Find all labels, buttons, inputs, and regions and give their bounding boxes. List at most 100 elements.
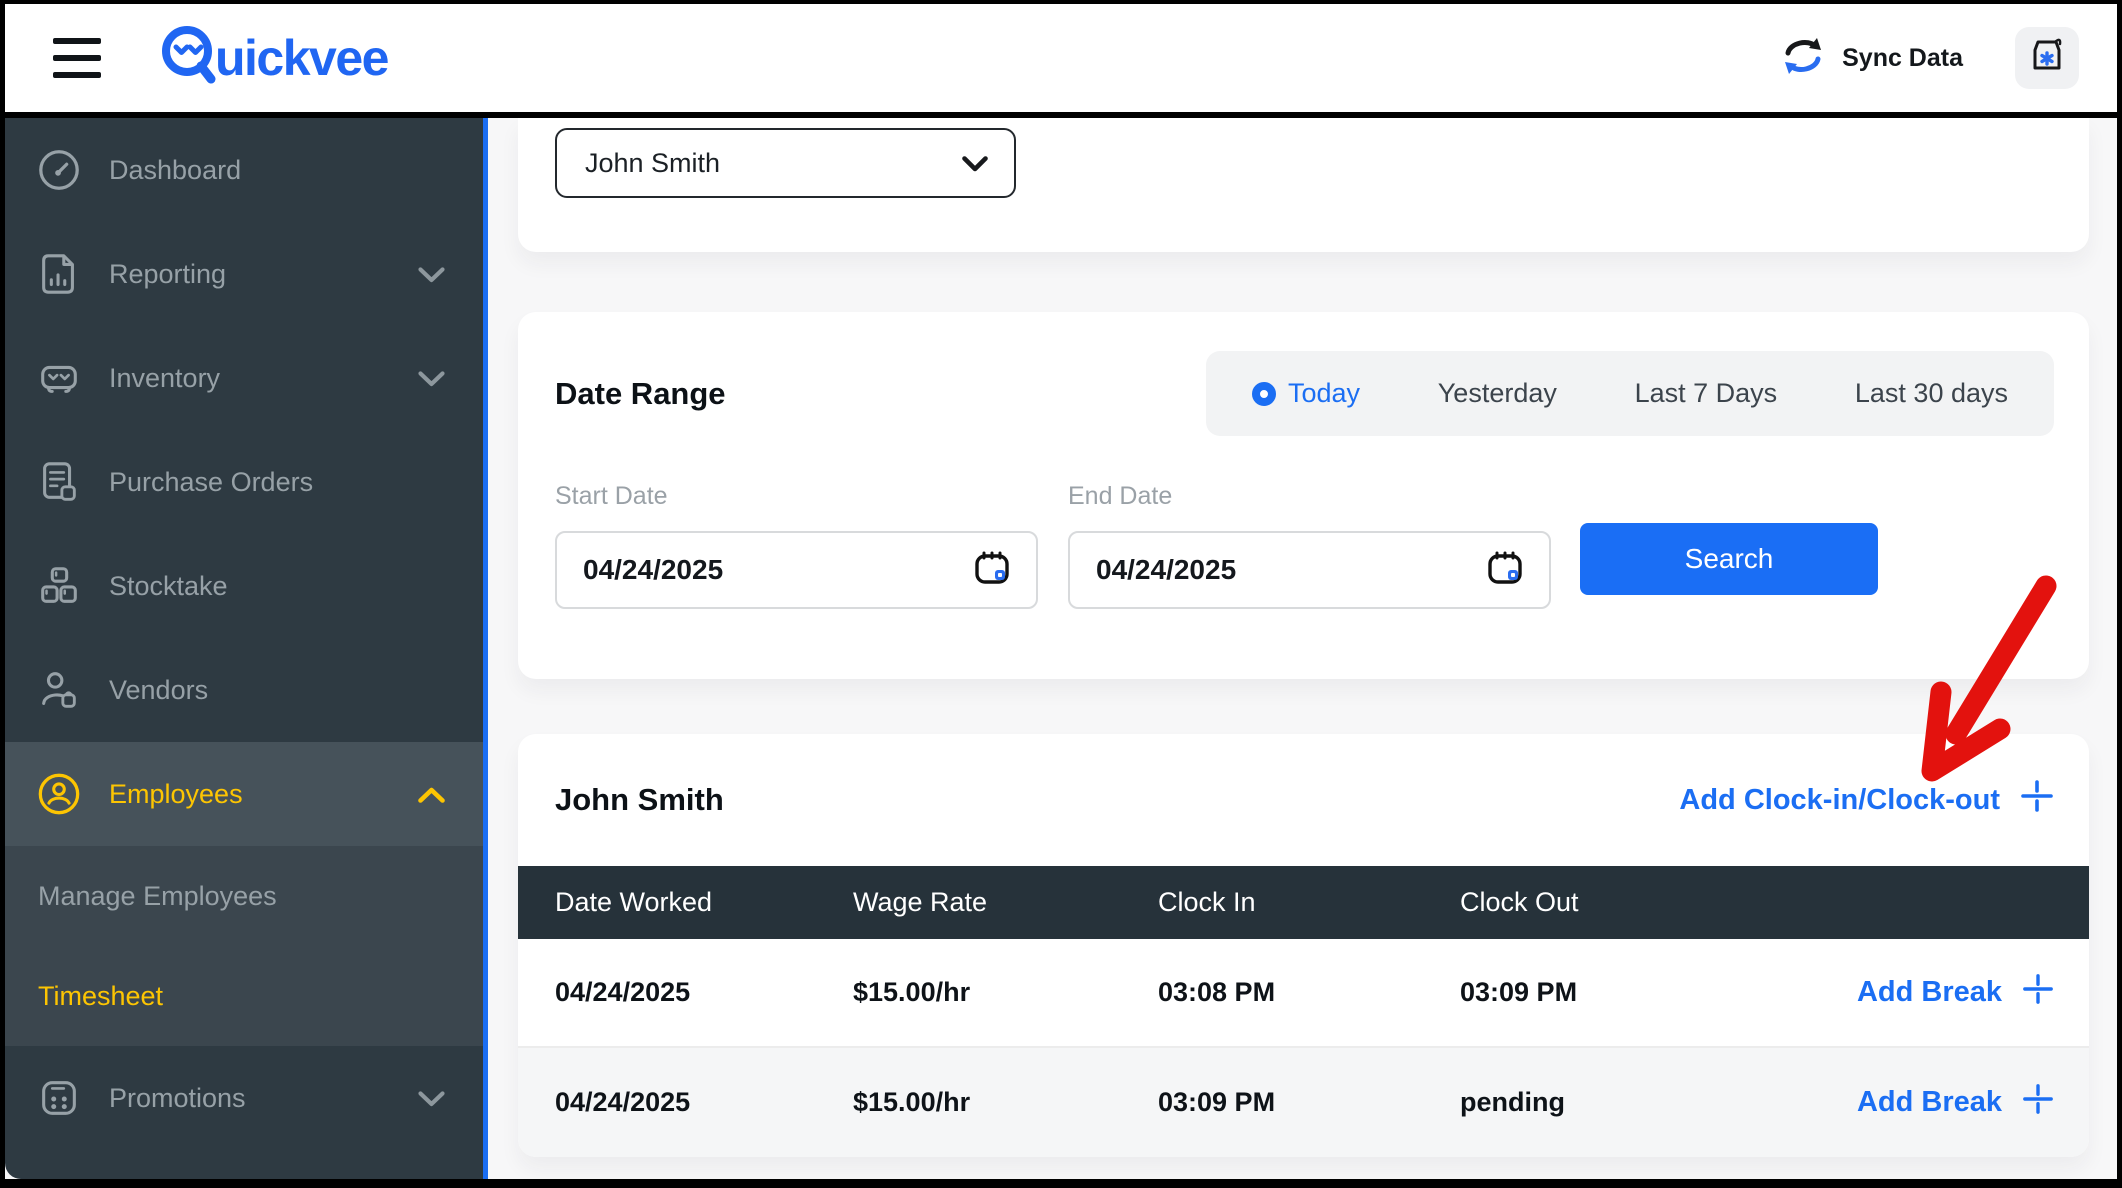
radio-selected-icon <box>1252 382 1276 406</box>
chevron-down-icon <box>962 148 988 179</box>
start-date-label: Start Date <box>555 482 1038 511</box>
table-row: 04/24/2025 $15.00/hr 03:08 PM 03:09 PM A… <box>518 939 2089 1046</box>
end-date-value: 04/24/2025 <box>1096 554 1236 586</box>
add-break-link[interactable]: Add Break <box>1857 973 2054 1013</box>
employees-person-icon <box>35 770 83 818</box>
quickvee-logo[interactable]: uickvee <box>159 23 388 94</box>
store-settings-button[interactable] <box>2015 27 2079 89</box>
add-break-link[interactable]: Add Break <box>1857 1083 2054 1123</box>
reporting-document-icon <box>35 250 83 298</box>
sub-item-label: Timesheet <box>38 981 163 1012</box>
sidebar-item-inventory[interactable]: Inventory <box>5 326 483 430</box>
add-clock-in-out-label: Add Clock-in/Clock-out <box>1679 784 2000 817</box>
sidebar-item-label: Reporting <box>109 259 226 290</box>
calendar-icon[interactable] <box>970 545 1014 596</box>
cell-clock-in: 03:09 PM <box>1158 1087 1460 1118</box>
start-date-field: Start Date 04/24/2025 <box>555 482 1038 609</box>
sync-data-button[interactable]: Sync Data <box>1780 35 1963 82</box>
hamburger-menu-icon[interactable] <box>53 38 101 78</box>
sidebar-item-vendors[interactable]: Vendors <box>5 638 483 742</box>
purchase-orders-icon <box>35 458 83 506</box>
plus-icon <box>2022 973 2054 1013</box>
chevron-down-icon <box>418 259 445 290</box>
timesheet-table-header: Date Worked Wage Rate Clock In Clock Out <box>518 866 2089 939</box>
employee-select[interactable]: John Smith <box>555 128 1016 198</box>
sidebar-item-label: Purchase Orders <box>109 467 313 498</box>
sidebar-item-timesheet[interactable]: Timesheet <box>5 946 483 1046</box>
sidebar-item-employees[interactable]: Employees <box>5 742 483 846</box>
preset-label: Last 30 days <box>1855 378 2008 409</box>
cell-date-worked: 04/24/2025 <box>555 1087 853 1118</box>
inventory-crate-icon <box>35 354 83 402</box>
sidebar-item-dashboard[interactable]: Dashboard <box>5 118 483 222</box>
date-range-title: Date Range <box>555 376 726 412</box>
chevron-down-icon <box>418 1083 445 1114</box>
end-date-field: End Date 04/24/2025 <box>1068 482 1551 609</box>
cell-date-worked: 04/24/2025 <box>555 977 853 1008</box>
preset-last-30-days[interactable]: Last 30 days <box>1855 378 2008 409</box>
start-date-value: 04/24/2025 <box>583 554 723 586</box>
search-button[interactable]: Search <box>1580 523 1878 595</box>
top-bar: uickvee Sync Data <box>5 4 2117 118</box>
sidebar: Dashboard Reporting <box>5 118 488 1179</box>
sidebar-item-label: Promotions <box>109 1083 246 1114</box>
preset-label: Last 7 Days <box>1635 378 1778 409</box>
col-clock-out: Clock Out <box>1460 887 2054 918</box>
cell-wage-rate: $15.00/hr <box>853 1087 1158 1118</box>
sidebar-item-manage-employees[interactable]: Manage Employees <box>5 846 483 946</box>
cell-clock-in: 03:08 PM <box>1158 977 1460 1008</box>
preset-yesterday[interactable]: Yesterday <box>1438 378 1557 409</box>
sidebar-item-label: Vendors <box>109 675 208 706</box>
employee-select-value: John Smith <box>585 148 720 179</box>
stocktake-boxes-icon <box>35 562 83 610</box>
main-content: John Smith Date Range Today <box>488 118 2117 1179</box>
app-window: uickvee Sync Data <box>0 0 2122 1188</box>
table-row: 04/24/2025 $15.00/hr 03:09 PM pending Ad… <box>518 1046 2089 1157</box>
timesheet-card: John Smith Add Clock-in/Clock-out <box>518 734 2089 1157</box>
date-range-card: Date Range Today Yesterday Last 7 Days <box>518 312 2089 679</box>
end-date-input[interactable]: 04/24/2025 <box>1068 531 1551 609</box>
sidebar-item-label: Employees <box>109 779 243 810</box>
date-preset-group: Today Yesterday Last 7 Days Last 30 days <box>1206 351 2054 436</box>
add-clock-in-out-link[interactable]: Add Clock-in/Clock-out <box>1679 779 2054 821</box>
sidebar-item-label: Stocktake <box>109 571 228 602</box>
cell-clock-out: pending <box>1460 1087 1857 1118</box>
calendar-icon[interactable] <box>1483 545 1527 596</box>
cell-wage-rate: $15.00/hr <box>853 977 1158 1008</box>
add-break-label: Add Break <box>1857 976 2002 1009</box>
preset-today[interactable]: Today <box>1252 378 1360 409</box>
quickvee-q-icon <box>159 23 221 94</box>
preset-last-7-days[interactable]: Last 7 Days <box>1635 378 1778 409</box>
add-break-label: Add Break <box>1857 1086 2002 1119</box>
promotions-icon <box>35 1074 83 1122</box>
employees-submenu: Manage Employees Timesheet <box>5 846 483 1046</box>
sync-icon <box>1780 35 1826 82</box>
sidebar-item-promotions[interactable]: Promotions <box>5 1046 483 1150</box>
employee-select-card: John Smith <box>518 118 2089 252</box>
preset-label: Today <box>1288 378 1360 409</box>
vendors-person-icon <box>35 666 83 714</box>
start-date-input[interactable]: 04/24/2025 <box>555 531 1038 609</box>
cell-clock-out: 03:09 PM <box>1460 977 1857 1008</box>
preset-label: Yesterday <box>1438 378 1557 409</box>
plus-icon <box>2020 779 2054 821</box>
sidebar-item-purchase-orders[interactable]: Purchase Orders <box>5 430 483 534</box>
store-icon <box>2027 36 2067 81</box>
sub-item-label: Manage Employees <box>38 881 277 912</box>
sidebar-item-stocktake[interactable]: Stocktake <box>5 534 483 638</box>
sidebar-item-label: Dashboard <box>109 155 241 186</box>
dashboard-gauge-icon <box>35 146 83 194</box>
timesheet-employee-name: John Smith <box>555 782 724 818</box>
col-wage-rate: Wage Rate <box>853 887 1158 918</box>
plus-icon <box>2022 1083 2054 1123</box>
quickvee-wordmark: uickvee <box>215 29 388 87</box>
sidebar-item-reporting[interactable]: Reporting <box>5 222 483 326</box>
chevron-down-icon <box>418 363 445 394</box>
page-body: Dashboard Reporting <box>5 118 2117 1179</box>
col-date-worked: Date Worked <box>555 887 853 918</box>
sync-data-label: Sync Data <box>1842 44 1963 73</box>
end-date-label: End Date <box>1068 482 1551 511</box>
chevron-up-icon <box>418 779 445 810</box>
col-clock-in: Clock In <box>1158 887 1460 918</box>
sidebar-item-label: Inventory <box>109 363 220 394</box>
